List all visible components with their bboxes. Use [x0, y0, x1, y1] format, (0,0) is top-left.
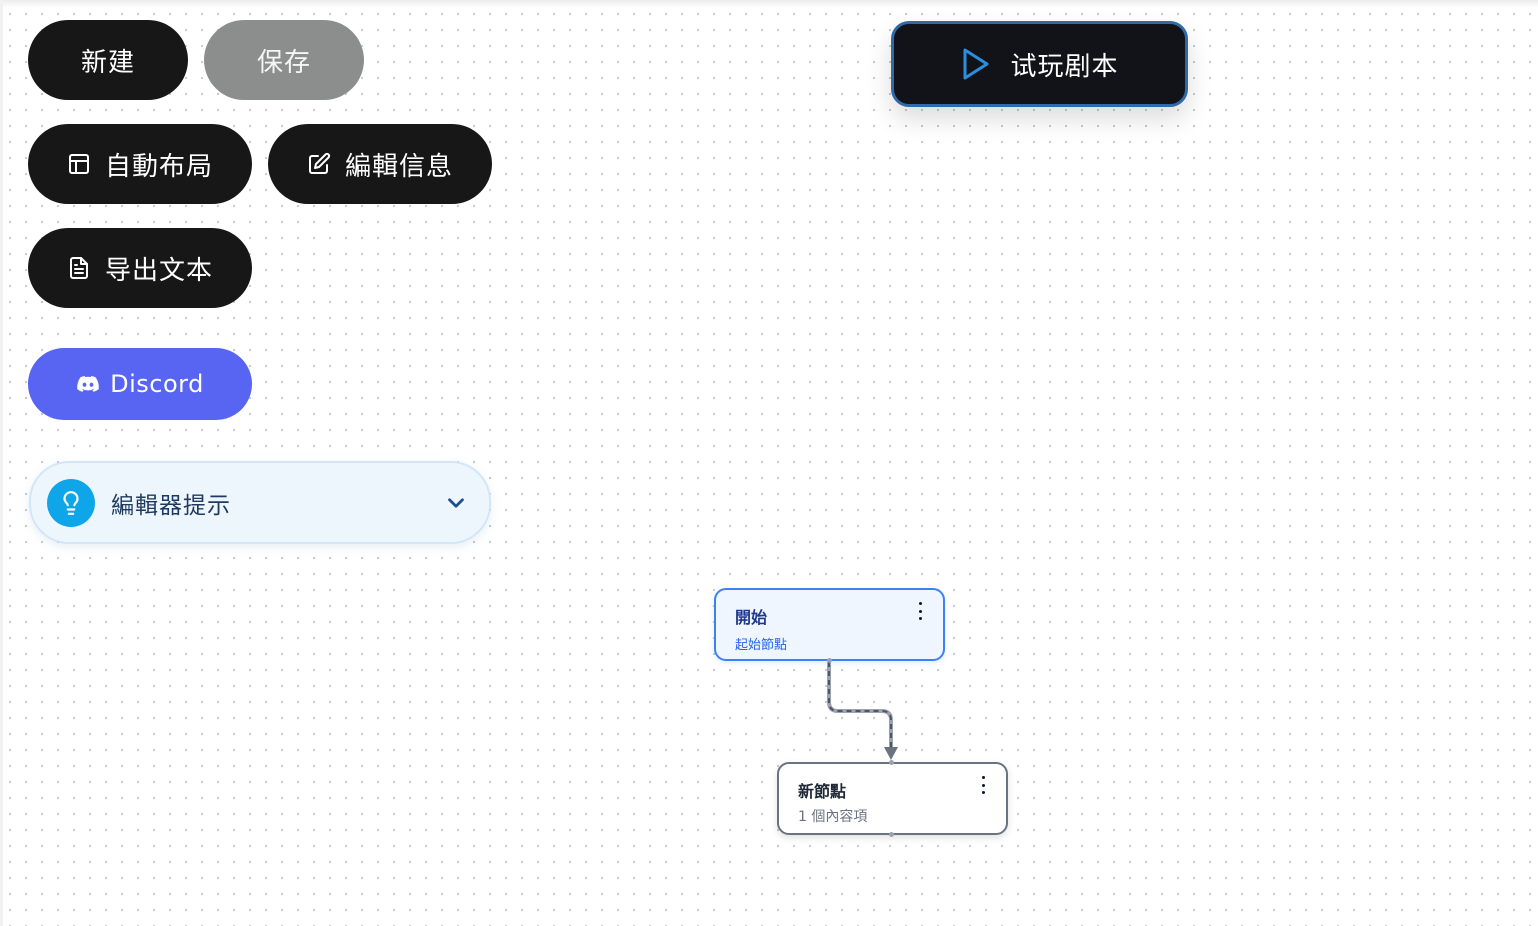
- new-node[interactable]: 新節點 1 個內容項: [777, 762, 1008, 835]
- node-title: 新節點: [798, 782, 847, 801]
- play-script-label: 试玩剧本: [1010, 51, 1119, 82]
- node-title: 開始: [735, 608, 768, 627]
- play-icon: [960, 47, 990, 81]
- node-subtitle: 1 個內容項: [798, 809, 868, 825]
- discord-label: Discord: [110, 370, 204, 398]
- lightbulb-icon: [47, 478, 95, 527]
- editor-tips-label: 編輯器提示: [111, 492, 231, 519]
- arrow-head: [884, 747, 898, 760]
- auto-layout-button[interactable]: 自動布局: [28, 124, 252, 204]
- edit-icon: [307, 152, 331, 176]
- edit-info-label: 編輯信息: [344, 151, 453, 182]
- node-input-handle[interactable]: [889, 760, 894, 765]
- node-output-handle[interactable]: [889, 832, 894, 837]
- export-text-button[interactable]: 导出文本: [28, 228, 252, 308]
- new-button[interactable]: 新建: [28, 20, 188, 100]
- canvas-left-edge: [0, 0, 3, 926]
- editor-tips-panel[interactable]: 編輯器提示: [29, 461, 491, 544]
- node-subtitle: 起始節點: [735, 638, 788, 653]
- chevron-down-icon[interactable]: [443, 490, 469, 516]
- more-vertical-icon[interactable]: [978, 776, 988, 794]
- node-output-handle[interactable]: [827, 658, 832, 663]
- file-text-icon: [67, 256, 91, 280]
- play-script-button[interactable]: 试玩剧本: [891, 21, 1188, 107]
- save-button-label: 保存: [256, 47, 311, 78]
- discord-button[interactable]: Discord: [28, 348, 252, 420]
- top-shadow: [0, 0, 1538, 8]
- auto-layout-label: 自動布局: [104, 151, 213, 182]
- start-node[interactable]: 開始 起始節點: [714, 588, 945, 661]
- new-button-label: 新建: [80, 47, 135, 78]
- layout-icon: [67, 152, 91, 176]
- save-button[interactable]: 保存: [204, 20, 364, 100]
- export-text-label: 导出文本: [104, 255, 213, 286]
- more-vertical-icon[interactable]: [915, 602, 925, 620]
- discord-icon: [76, 372, 100, 396]
- edit-info-button[interactable]: 編輯信息: [268, 124, 492, 204]
